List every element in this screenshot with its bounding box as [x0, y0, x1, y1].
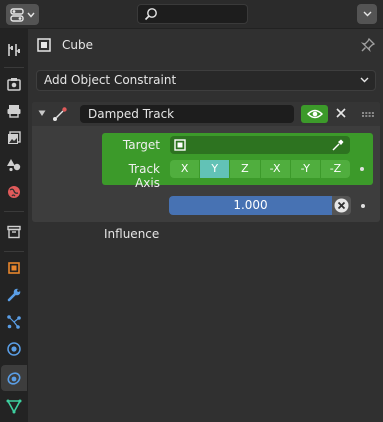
object-tab[interactable] — [1, 255, 27, 281]
influence-slider[interactable]: 1.000 — [169, 196, 332, 215]
render-tab[interactable] — [1, 71, 27, 97]
world-tab[interactable] — [1, 179, 27, 205]
axis-button-neg-y[interactable]: -Y — [290, 160, 321, 178]
constraint-settings-box: Target Track Axis X Y Z -X -Y -Z — [102, 133, 373, 190]
wrench-icon — [7, 288, 21, 302]
search-icon — [144, 8, 157, 21]
scene-icon — [7, 159, 21, 172]
view-layer-tab[interactable] — [1, 125, 27, 151]
render-camera-icon — [7, 78, 21, 91]
object-data-tab[interactable] — [1, 393, 27, 419]
drag-handle-icon[interactable] — [362, 112, 374, 117]
physics-orbit-icon — [7, 342, 21, 356]
properties-main: Cube Add Object Constraint Damped Track — [28, 29, 383, 422]
properties-tabs — [0, 29, 28, 422]
collapse-arrow-icon[interactable] — [38, 110, 46, 117]
mesh-data-icon — [6, 399, 22, 414]
scene-tab[interactable] — [1, 152, 27, 178]
object-icon — [37, 38, 51, 52]
animate-property-dot[interactable] — [361, 204, 365, 208]
disable-keep-transform-button[interactable] — [332, 196, 351, 215]
world-icon — [8, 186, 20, 198]
tool-icon — [8, 44, 20, 56]
properties-editor-icon — [10, 7, 24, 22]
collection-box-icon — [7, 225, 21, 239]
collection-tab[interactable] — [1, 219, 27, 245]
chevron-down-icon — [27, 12, 35, 18]
axis-button-x[interactable]: X — [170, 160, 201, 178]
pin-icon[interactable] — [360, 37, 376, 53]
animate-property-dot[interactable] — [360, 167, 364, 171]
particles-tab[interactable] — [1, 309, 27, 335]
add-object-constraint-label: Add Object Constraint — [44, 73, 177, 87]
clear-x-circle-icon — [334, 198, 349, 213]
eyedropper-icon[interactable] — [331, 138, 345, 152]
object-name: Cube — [62, 38, 93, 52]
options-button[interactable] — [357, 4, 377, 24]
chevron-down-icon — [363, 11, 371, 17]
influence-label: Influence — [104, 227, 160, 241]
properties-header — [0, 0, 383, 29]
track-axis-label: Track Axis — [128, 162, 160, 190]
constraint-name-field[interactable]: Damped Track — [80, 105, 294, 123]
object-icon — [8, 262, 20, 274]
view-layer-image-icon — [8, 131, 21, 144]
target-label: Target — [122, 138, 160, 152]
eye-icon — [306, 109, 323, 119]
axis-button-neg-x[interactable]: -X — [260, 160, 291, 178]
search-input[interactable] — [137, 4, 248, 24]
object-constraint-tab[interactable] — [1, 365, 27, 391]
track-axis-selector: X Y Z -X -Y -Z — [170, 160, 351, 178]
constraint-panel-header: Damped Track — [32, 102, 380, 126]
constraint-icon — [7, 372, 21, 385]
object-icon — [174, 139, 186, 151]
axis-button-z[interactable]: Z — [230, 160, 261, 178]
target-field[interactable] — [170, 136, 350, 154]
axis-button-y[interactable]: Y — [200, 160, 231, 178]
close-icon[interactable] — [335, 107, 347, 119]
editor-type-button[interactable] — [6, 4, 39, 25]
tool-tab[interactable] — [1, 37, 27, 63]
axis-button-neg-z[interactable]: -Z — [320, 160, 351, 178]
physics-tab[interactable] — [1, 336, 27, 362]
enable-toggle[interactable] — [301, 105, 328, 123]
modifier-tab[interactable] — [1, 282, 27, 308]
output-tab[interactable] — [1, 98, 27, 124]
chevron-down-icon — [360, 77, 369, 83]
object-context: Cube — [36, 35, 376, 55]
particles-icon — [7, 315, 21, 329]
damped-track-icon — [53, 107, 67, 121]
add-object-constraint-menu[interactable]: Add Object Constraint — [36, 70, 376, 91]
output-printer-icon — [7, 105, 21, 118]
